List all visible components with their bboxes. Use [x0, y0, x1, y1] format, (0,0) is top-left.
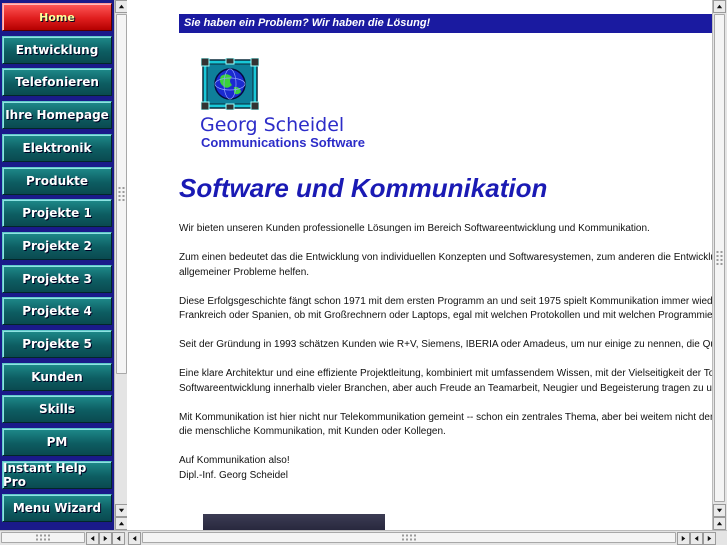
- arrow-right-icon: [707, 535, 712, 542]
- nav-item-pm[interactable]: PM: [2, 428, 112, 457]
- arrow-up-icon: [118, 521, 125, 526]
- scroll-right-button[interactable]: [703, 532, 716, 545]
- scroll-left-button[interactable]: [112, 532, 125, 545]
- arrow-right-icon: [103, 535, 108, 542]
- nav-item-ihre-homepage[interactable]: Ihre Homepage: [2, 101, 112, 130]
- body-text: Wir bieten unseren Kunden professionelle…: [179, 222, 712, 483]
- content-frame: Sie haben ein Problem? Wir haben die Lös…: [127, 0, 727, 545]
- content-image: [203, 514, 385, 530]
- globe-in-network-icon: [201, 58, 259, 110]
- body-line: allgemeiner Probleme helfen.: [179, 266, 310, 278]
- nav-item-projekte-2[interactable]: Projekte 2: [2, 231, 112, 260]
- arrow-down-icon: [118, 508, 125, 513]
- content-area: Sie haben ein Problem? Wir haben die Lös…: [127, 0, 712, 530]
- nav-item-produkte[interactable]: Produkte: [2, 166, 112, 195]
- grip-icon: [36, 534, 50, 540]
- arrow-down-icon: [716, 508, 723, 513]
- nav-item-instant-help-pro[interactable]: Instant Help Pro: [2, 460, 112, 489]
- content-horizontal-scrollbar[interactable]: [127, 530, 727, 545]
- arrow-right-icon: [681, 535, 686, 542]
- nav-scroll-thumb[interactable]: [116, 14, 127, 374]
- nav-item-projekte-3[interactable]: Projekte 3: [2, 264, 112, 293]
- scroll-down-button[interactable]: [713, 504, 726, 517]
- body-line: Softwareentwicklung innerhalb vieler Bra…: [179, 382, 712, 394]
- nav-item-projekte-5[interactable]: Projekte 5: [2, 330, 112, 358]
- scroll-up-button[interactable]: [713, 517, 726, 530]
- nav-item-projekte-4[interactable]: Projekte 4: [2, 297, 112, 326]
- arrow-up-icon: [118, 4, 125, 9]
- scroll-right-button[interactable]: [677, 532, 690, 545]
- arrow-left-icon: [116, 535, 121, 542]
- nav-horizontal-scrollbar[interactable]: [0, 530, 127, 545]
- content-vertical-scrollbar[interactable]: [712, 0, 727, 530]
- content-hscroll-thumb[interactable]: [142, 532, 676, 543]
- body-line: Wir bieten unseren Kunden professionelle…: [179, 223, 650, 234]
- nav-hscroll-thumb[interactable]: [1, 532, 85, 543]
- nav-item-telefonieren[interactable]: Telefonieren: [2, 68, 112, 97]
- body-line: die menschliche Kommunikation, mit Kunde…: [179, 426, 446, 437]
- nav-item-home[interactable]: Home: [2, 3, 112, 31]
- scroll-right-button[interactable]: [99, 532, 112, 545]
- tagline-bar: Sie haben ein Problem? Wir haben die Lös…: [179, 14, 712, 33]
- body-line: Mit Kommunikation ist hier nicht nur Tel…: [179, 411, 712, 423]
- body-paragraph: Diese Erfolgsgeschichte fängt schon 1971…: [179, 295, 712, 324]
- nav-item-kunden[interactable]: Kunden: [2, 362, 112, 391]
- body-paragraph: Eine klare Architektur und eine effizien…: [179, 367, 712, 396]
- scroll-left-button[interactable]: [86, 532, 99, 545]
- arrow-left-icon: [90, 535, 95, 542]
- body-paragraph: Auf Kommunikation also! Dipl.-Inf. Georg …: [179, 454, 712, 483]
- company-name: Georg Scheidel: [200, 114, 345, 136]
- nav-item-projekte-1[interactable]: Projekte 1: [2, 199, 112, 228]
- body-paragraph: Wir bieten unseren Kunden professionelle…: [179, 222, 712, 237]
- nav-item-elektronik[interactable]: Elektronik: [2, 133, 112, 162]
- scroll-left-button[interactable]: [690, 532, 703, 545]
- company-subtitle: Communications Software: [201, 135, 365, 150]
- body-paragraph: Zum einen bedeutet das die Entwicklung v…: [179, 251, 712, 280]
- body-line: Diese Erfolgsgeschichte fängt schon 1971…: [179, 295, 712, 307]
- arrow-up-icon: [716, 4, 723, 9]
- scroll-up-button[interactable]: [713, 0, 726, 13]
- body-line: Eine klare Architektur und eine effizien…: [179, 368, 712, 379]
- arrow-left-icon: [694, 535, 699, 542]
- navigation-frame: Home Entwicklung Telefonieren Ihre Homepage…: [0, 0, 128, 530]
- nav-item-entwicklung[interactable]: Entwicklung: [2, 35, 112, 64]
- body-line: Frankreich oder Spanien, ob mit Großrech…: [179, 310, 712, 321]
- content-scroll-thumb[interactable]: [714, 14, 725, 502]
- scroll-left-button[interactable]: [128, 532, 141, 545]
- body-paragraph: Mit Kommunikation ist hier nicht nur Tel…: [179, 411, 712, 440]
- nav-item-menu-wizard[interactable]: Menu Wizard: [2, 493, 112, 522]
- arrow-up-icon: [716, 521, 723, 526]
- body-line: Zum einen bedeutet das die Entwicklung v…: [179, 252, 712, 263]
- navigation-menu: Home Entwicklung Telefonieren Ihre Homepage…: [0, 0, 114, 530]
- body-line: Auf Kommunikation also!: [179, 455, 290, 466]
- grip-icon: [716, 251, 722, 265]
- nav-vertical-scrollbar[interactable]: [114, 0, 128, 530]
- nav-item-skills[interactable]: Skills: [2, 395, 112, 424]
- arrow-left-icon: [132, 535, 137, 542]
- body-line: Dipl.-Inf. Georg Scheidel: [179, 469, 288, 481]
- grip-icon: [402, 534, 416, 540]
- grip-icon: [118, 187, 124, 201]
- body-line: Seit der Gründung in 1993 schätzen Kunde…: [179, 339, 712, 350]
- body-paragraph: Seit der Gründung in 1993 schätzen Kunde…: [179, 338, 712, 353]
- page-heading: Software und Kommunikation: [179, 173, 548, 203]
